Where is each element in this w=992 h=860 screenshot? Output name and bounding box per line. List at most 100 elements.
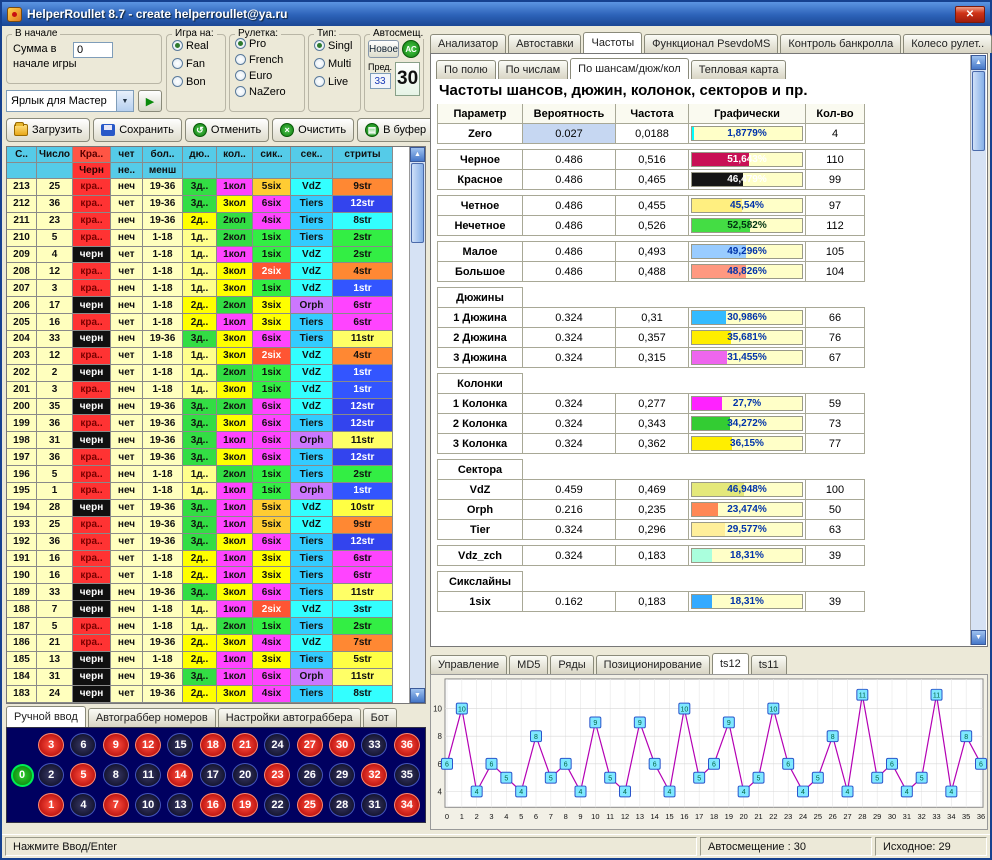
freq-row[interactable]: Zero0.0270,01881,8779%4 bbox=[437, 123, 965, 144]
table-row[interactable]: 20035черннеч19-363д..2кол6sixVdZ12str bbox=[7, 399, 409, 416]
table-row[interactable]: 1951кра..неч1-181д..1кол1sixOrph1str bbox=[7, 483, 409, 500]
table-row[interactable]: 18933черннеч19-363д..3кол6sixTiers11str bbox=[7, 584, 409, 601]
freq-row[interactable]: Большое0.4860,48848,826%104 bbox=[437, 261, 965, 282]
board-number-3[interactable]: 3 bbox=[38, 733, 64, 757]
board-number-23[interactable]: 23 bbox=[264, 763, 290, 787]
table-row[interactable]: 18431черннеч19-363д..1кол6sixOrph11str bbox=[7, 669, 409, 686]
frequency-subtab[interactable]: По числам bbox=[498, 60, 569, 79]
main-tab[interactable]: Контроль банкролла bbox=[780, 34, 901, 53]
table-row[interactable]: 20812кра..чет1-181д..3кол2sixVdZ4str bbox=[7, 263, 409, 280]
freq-row[interactable]: VdZ0.4590,46946,948%100 bbox=[437, 479, 965, 500]
freq-row[interactable]: 1 Дюжина0.3240,3130,986%66 bbox=[437, 307, 965, 328]
ac-badge[interactable]: АС bbox=[402, 40, 420, 58]
board-number-28[interactable]: 28 bbox=[329, 793, 355, 817]
main-tab[interactable]: Частоты bbox=[583, 32, 642, 53]
board-number-12[interactable]: 12 bbox=[135, 733, 161, 757]
board-number-25[interactable]: 25 bbox=[297, 793, 323, 817]
board-number-9[interactable]: 9 bbox=[103, 733, 129, 757]
board-number-26[interactable]: 26 bbox=[297, 763, 323, 787]
bottom-tab[interactable]: Позиционирование bbox=[596, 655, 710, 674]
table-row[interactable]: 19831черннеч19-363д..1кол6sixOrph11str bbox=[7, 432, 409, 449]
table-row[interactable]: 19016кра..чет1-182д..1кол3sixTiers6str bbox=[7, 567, 409, 584]
freq-row[interactable]: Четное0.4860,45545,54%97 bbox=[437, 195, 965, 216]
radio-option[interactable]: Multi bbox=[314, 56, 360, 71]
results-scrollbar[interactable]: ▲ ▼ bbox=[409, 147, 425, 703]
main-tab[interactable]: Колесо рулет.. bbox=[903, 34, 992, 53]
board-number-24[interactable]: 24 bbox=[264, 733, 290, 757]
board-number-19[interactable]: 19 bbox=[232, 793, 258, 817]
input-tab[interactable]: Ручной ввод bbox=[6, 706, 86, 727]
radio-option[interactable]: Singl bbox=[314, 38, 360, 53]
close-button[interactable]: ✕ bbox=[955, 6, 985, 23]
table-row[interactable]: 20617черннеч1-182д..2кол3sixOrph6str bbox=[7, 297, 409, 314]
table-row[interactable]: 20433черннеч19-363д..3кол6sixTiers11str bbox=[7, 331, 409, 348]
new-autoshift-button[interactable]: Новое bbox=[368, 40, 399, 58]
main-tab[interactable]: Анализатор bbox=[430, 34, 506, 53]
board-number-14[interactable]: 14 bbox=[167, 763, 193, 787]
table-row[interactable]: 19736кра..чет19-363д..3кол6sixTiers12str bbox=[7, 449, 409, 466]
frequency-subtab[interactable]: По полю bbox=[436, 60, 496, 79]
board-number-29[interactable]: 29 bbox=[329, 763, 355, 787]
run-button[interactable]: ▶ bbox=[138, 90, 162, 112]
freq-row[interactable]: Красное0.4860,46546,479%99 bbox=[437, 169, 965, 190]
titlebar[interactable]: HelperRoullet 8.7 - create helperroullet… bbox=[2, 2, 990, 26]
board-number-7[interactable]: 7 bbox=[103, 793, 129, 817]
freq-row[interactable]: Orph0.2160,23523,474%50 bbox=[437, 499, 965, 520]
input-tab[interactable]: Настройки автограббера bbox=[218, 708, 361, 727]
board-number-17[interactable]: 17 bbox=[200, 763, 226, 787]
board-number-15[interactable]: 15 bbox=[167, 733, 193, 757]
input-tab[interactable]: Бот bbox=[363, 708, 397, 727]
board-number-36[interactable]: 36 bbox=[394, 733, 420, 757]
scroll-down-icon[interactable]: ▼ bbox=[410, 688, 425, 703]
scroll-up-icon[interactable]: ▲ bbox=[410, 147, 425, 162]
input-tab[interactable]: Автограббер номеров bbox=[88, 708, 216, 727]
table-row[interactable]: 18513черннеч1-182д..1кол3sixTiers5str bbox=[7, 652, 409, 669]
toolbar-button[interactable]: ×Очистить bbox=[272, 118, 354, 142]
board-number-0[interactable]: 0 bbox=[11, 764, 34, 787]
bottom-tab[interactable]: MD5 bbox=[509, 655, 548, 674]
freq-row[interactable]: 1 Колонка0.3240,27727,7%59 bbox=[437, 393, 965, 414]
frequency-subtab[interactable]: Тепловая карта bbox=[691, 60, 787, 79]
board-number-16[interactable]: 16 bbox=[200, 793, 226, 817]
board-number-4[interactable]: 4 bbox=[70, 793, 96, 817]
board-number-18[interactable]: 18 bbox=[200, 733, 226, 757]
bottom-tab[interactable]: Ряды bbox=[550, 655, 593, 674]
board-number-22[interactable]: 22 bbox=[264, 793, 290, 817]
toolbar-button[interactable]: ▤В буфер bbox=[357, 118, 434, 142]
main-tab[interactable]: Автоставки bbox=[508, 34, 581, 53]
table-row[interactable]: 2094чернчет1-181д..1кол1sixVdZ2str bbox=[7, 247, 409, 264]
radio-option[interactable]: Live bbox=[314, 74, 360, 89]
board-number-5[interactable]: 5 bbox=[70, 763, 96, 787]
bottom-tab[interactable]: Управление bbox=[430, 655, 507, 674]
toolbar-button[interactable]: ↺Отменить bbox=[185, 118, 269, 142]
scrollbar-thumb[interactable] bbox=[411, 163, 424, 243]
freq-row[interactable]: 2 Дюжина0.3240,35735,681%76 bbox=[437, 327, 965, 348]
board-number-1[interactable]: 1 bbox=[38, 793, 64, 817]
toolbar-button[interactable]: Загрузить bbox=[6, 118, 90, 142]
radio-option[interactable]: Bon bbox=[172, 74, 225, 89]
table-row[interactable]: 19116кра..чет1-182д..1кол3sixTiers6str bbox=[7, 551, 409, 568]
shortcut-combobox[interactable]: Ярлык для Мастер ▼ bbox=[6, 90, 134, 112]
board-number-8[interactable]: 8 bbox=[103, 763, 129, 787]
table-row[interactable]: 19936кра..чет19-363д..3кол6sixTiers12str bbox=[7, 415, 409, 432]
board-number-11[interactable]: 11 bbox=[135, 763, 161, 787]
scroll-down-icon[interactable]: ▼ bbox=[971, 630, 986, 645]
table-row[interactable]: 21236кра..чет19-363д..3кол6sixTiers12str bbox=[7, 196, 409, 213]
table-row[interactable]: 1875кра..неч1-181д..2кол1sixTiers2str bbox=[7, 618, 409, 635]
radio-option[interactable]: Real bbox=[172, 38, 225, 53]
table-row[interactable]: 20516кра..чет1-182д..1кол3sixTiers6str bbox=[7, 314, 409, 331]
table-row[interactable]: 18621кра..неч19-362д..3кол4sixVdZ7str bbox=[7, 635, 409, 652]
board-number-27[interactable]: 27 bbox=[297, 733, 323, 757]
table-row[interactable]: 20312кра..чет1-181д..3кол2sixVdZ4str bbox=[7, 348, 409, 365]
main-tab[interactable]: Функционал PsevdoMS bbox=[644, 34, 778, 53]
scrollbar-thumb[interactable] bbox=[972, 71, 985, 151]
table-row[interactable]: 2073кра..неч1-181д..3кол1sixVdZ1str bbox=[7, 280, 409, 297]
toolbar-button[interactable]: Сохранить bbox=[93, 118, 182, 142]
chevron-down-icon[interactable]: ▼ bbox=[116, 91, 133, 111]
table-row[interactable]: 19325кра..неч19-363д..1кол5sixVdZ9str bbox=[7, 517, 409, 534]
radio-option[interactable]: French bbox=[235, 52, 304, 67]
board-number-6[interactable]: 6 bbox=[70, 733, 96, 757]
table-row[interactable]: 19428чернчет19-363д..1кол5sixVdZ10str bbox=[7, 500, 409, 517]
table-row[interactable]: 1887черннеч1-181д..1кол2sixVdZ3str bbox=[7, 601, 409, 618]
freq-row[interactable]: Tier0.3240,29629,577%63 bbox=[437, 519, 965, 540]
